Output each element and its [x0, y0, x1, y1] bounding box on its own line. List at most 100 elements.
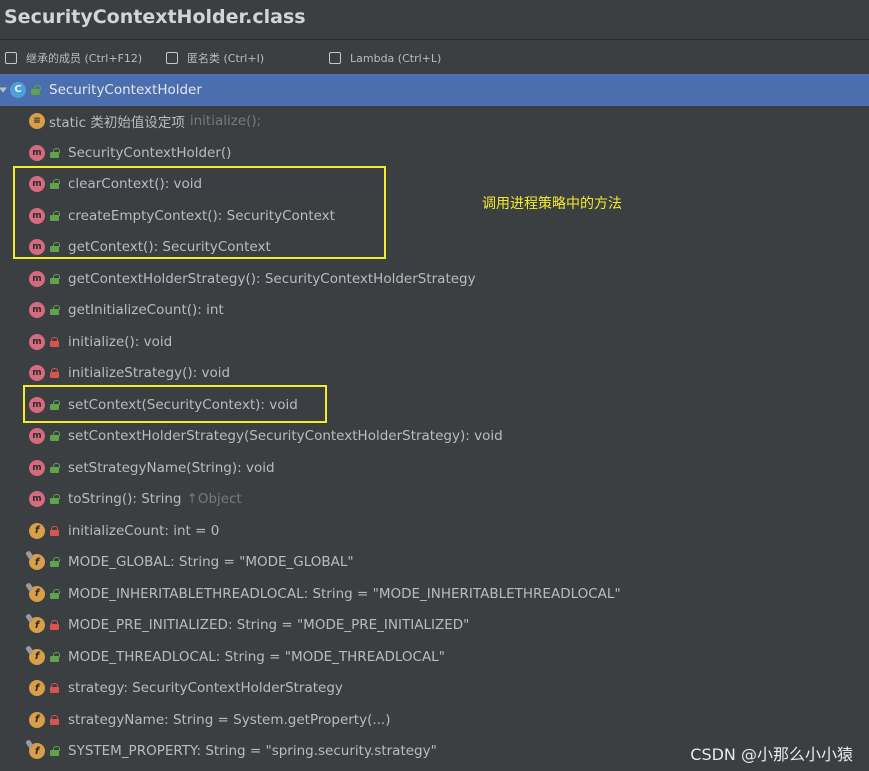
tree-item[interactable]: m setContext(SecurityContext): void	[0, 389, 869, 421]
checkbox-icon[interactable]	[5, 52, 17, 64]
tree-item-label: MODE_GLOBAL: String = "MODE_GLOBAL"	[68, 554, 354, 571]
tree-item[interactable]: m createEmptyContext(): SecurityContext	[0, 200, 869, 232]
tree-item[interactable]: m initializeStrategy(): void	[0, 358, 869, 390]
tree-root-class[interactable]: C SecurityContextHolder	[0, 74, 869, 106]
tree-item[interactable]: f MODE_GLOBAL: String = "MODE_GLOBAL"	[0, 547, 869, 579]
tree-item[interactable]: m toString(): String ↑Object	[0, 484, 869, 516]
structure-tree[interactable]: C SecurityContextHolder ≡ static 类初始值设定项 i…	[0, 74, 869, 771]
lambda-checkbox[interactable]: Lambda (Ctrl+L)	[329, 50, 441, 66]
anonymous-classes-label: 匿名类 (Ctrl+I)	[187, 52, 265, 65]
tree-item-suffix: initialize();	[189, 113, 262, 130]
public-access-icon	[50, 431, 60, 442]
tree-item[interactable]: m getContextHolderStrategy(): SecurityCon…	[0, 263, 869, 295]
window-title: SecurityContextHolder.class	[4, 6, 306, 28]
private-access-icon	[50, 714, 59, 725]
options-bar: 继承的成员 (Ctrl+F12) 匿名类 (Ctrl+I) Lambda (Ct…	[0, 41, 869, 74]
method-icon: m	[29, 270, 45, 287]
tree-item-label: createEmptyContext(): SecurityContext	[68, 207, 335, 224]
tree-item-label: setContext(SecurityContext): void	[68, 396, 298, 413]
tree-item[interactable]: m getContext(): SecurityContext	[0, 232, 869, 264]
method-icon: m	[29, 207, 45, 224]
tree-item-label: SecurityContextHolder()	[68, 144, 232, 161]
public-access-icon	[50, 210, 60, 221]
annotation-text: 调用进程策略中的方法	[482, 196, 622, 212]
tree-item[interactable]: m setContextHolderStrategy(SecurityContex…	[0, 421, 869, 453]
field-icon: f	[29, 680, 45, 697]
method-icon: m	[29, 176, 45, 193]
tree-item-label: clearContext(): void	[68, 176, 203, 193]
public-access-icon	[50, 746, 60, 757]
tree-item[interactable]: f strategyName: String = System.getProper…	[0, 704, 869, 736]
final-field-icon: f	[25, 739, 45, 760]
private-access-icon	[50, 683, 59, 694]
method-icon: m	[29, 333, 45, 350]
lambda-label: Lambda (Ctrl+L)	[350, 51, 442, 65]
tree-item-label: strategyName: String = System.getPropert…	[68, 711, 391, 728]
tree-root-label: SecurityContextHolder	[49, 81, 202, 98]
public-access-icon	[50, 273, 60, 284]
public-access-icon	[50, 242, 60, 253]
private-access-icon	[50, 525, 59, 536]
method-icon: m	[29, 491, 45, 508]
private-access-icon	[50, 368, 59, 379]
tree-item[interactable]: f strategy: SecurityContextHolderStrategy	[0, 673, 869, 705]
final-field-icon: f	[25, 582, 45, 602]
tree-item-suffix: ↑Object	[186, 491, 242, 508]
tree-item-label: getInitializeCount(): int	[68, 302, 224, 319]
tree-item-label: initializeStrategy(): void	[68, 365, 231, 382]
public-access-icon	[50, 179, 60, 190]
public-access-icon	[50, 147, 60, 158]
tree-item-label: toString(): String	[68, 491, 182, 508]
public-access-icon	[50, 462, 60, 473]
class-icon: C	[10, 81, 26, 98]
tree-item-label: getContextHolderStrategy(): SecurityCont…	[68, 270, 476, 287]
public-access-icon	[50, 557, 60, 568]
tree-item[interactable]: m clearContext(): void	[0, 169, 869, 201]
private-access-icon	[50, 336, 59, 347]
method-icon: m	[29, 302, 45, 319]
final-field-icon: f	[25, 613, 45, 634]
tree-item[interactable]: f initializeCount: int = 0	[0, 515, 869, 547]
checkbox-icon[interactable]	[166, 52, 178, 64]
static-initializer-icon: ≡	[29, 113, 45, 130]
method-icon: m	[29, 396, 45, 413]
tree-item-label: MODE_PRE_INITIALIZED: String = "MODE_PRE…	[68, 617, 470, 634]
field-icon: f	[29, 522, 45, 539]
tree-item[interactable]: m SecurityContextHolder()	[0, 137, 869, 169]
public-access-icon	[50, 494, 60, 505]
method-icon: m	[29, 459, 45, 476]
tree-item[interactable]: m getInitializeCount(): int	[0, 295, 869, 327]
chevron-down-icon[interactable]	[0, 87, 7, 93]
tree-item[interactable]: f MODE_INHERITABLETHREADLOCAL: String = "…	[0, 578, 869, 610]
tree-item[interactable]: f MODE_PRE_INITIALIZED: String = "MODE_PR…	[0, 610, 869, 642]
tree-item[interactable]: ≡ static 类初始值设定项 initialize();	[0, 106, 869, 138]
public-access-icon	[50, 588, 60, 599]
method-icon: m	[29, 365, 45, 382]
inherited-members-label: 继承的成员 (Ctrl+F12)	[26, 52, 143, 65]
tree-item-label: static 类初始值设定项	[49, 115, 185, 132]
tree-item-label: getContext(): SecurityContext	[68, 239, 271, 256]
tree-item[interactable]: m setStrategyName(String): void	[0, 452, 869, 484]
tree-item-label: strategy: SecurityContextHolderStrategy	[68, 680, 343, 697]
tree-item[interactable]: m initialize(): void	[0, 326, 869, 358]
final-field-icon: f	[25, 550, 45, 571]
method-icon: m	[29, 144, 45, 161]
tree-item[interactable]: f MODE_THREADLOCAL: String = "MODE_THREAD…	[0, 641, 869, 673]
public-access-icon	[31, 84, 41, 95]
tree-item-label: MODE_THREADLOCAL: String = "MODE_THREADL…	[68, 648, 445, 665]
checkbox-icon[interactable]	[329, 52, 341, 64]
inherited-members-checkbox[interactable]: 继承的成员 (Ctrl+F12)	[5, 50, 142, 66]
public-access-icon	[50, 651, 60, 662]
anonymous-classes-checkbox[interactable]: 匿名类 (Ctrl+I)	[166, 50, 264, 66]
public-access-icon	[50, 399, 60, 410]
tree-item-label: MODE_INHERITABLETHREADLOCAL: String = "M…	[68, 585, 621, 602]
watermark: CSDN @小那么小小猿	[690, 745, 853, 764]
method-icon: m	[29, 428, 45, 445]
field-icon: f	[29, 711, 45, 728]
tree-item-label: SYSTEM_PROPERTY: String = "spring.securi…	[68, 743, 437, 760]
title-bar: SecurityContextHolder.class	[0, 0, 869, 40]
method-icon: m	[29, 239, 45, 256]
tree-item-label: initialize(): void	[68, 333, 173, 350]
tree-item-label: setContextHolderStrategy(SecurityContext…	[68, 428, 503, 445]
tree-item-label: initializeCount: int = 0	[68, 522, 220, 539]
